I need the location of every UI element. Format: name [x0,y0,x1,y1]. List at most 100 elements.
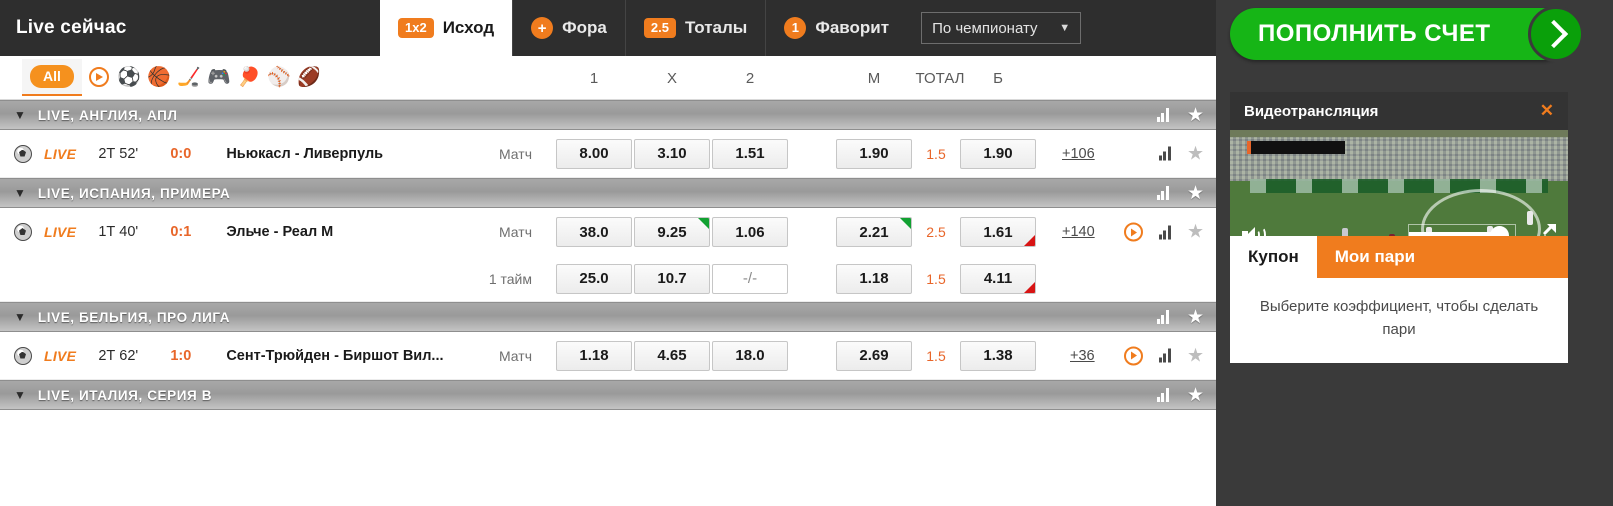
odd-cell-x[interactable]: 9.25 [634,217,710,247]
hockey-puck-icon[interactable]: 🏒 [176,64,202,90]
tab-totaly[interactable]: 2.5 Тоталы [624,0,765,56]
odds-down-indicator [1024,235,1035,246]
column-header-1: 1 [589,69,599,87]
statistics-icon[interactable] [1156,108,1169,122]
column-header-b: Б [993,69,1003,87]
row-icons: ★ [1123,346,1204,365]
tab-favorit[interactable]: 1 Фаворит [765,0,907,56]
odds-down-indicator [1024,281,1035,293]
odd-cell-total-over[interactable]: 2.69 [836,340,912,371]
live-betting-page: Live сейчас 1x2 Исход + Фора 2.5 Тоталы … [0,0,1613,506]
league-header-belgium[interactable]: ▼ LIVE, БЕЛЬГИЯ, ПРО ЛИГА ★ [0,302,1216,332]
right-sidebar: ПОПОЛНИТЬ СЧЕТ Видеотрансляция ✕ Купон М… [1216,0,1613,506]
odd-cell-total-over[interactable]: 2.21 [836,217,912,247]
more-markets-link[interactable]: +36 [1070,348,1095,364]
baseball-icon[interactable]: ⚾ [266,64,292,90]
sport-icon-list: All ⚽ 🏀 🏒 🎮 🏓 ⚾ 🏈 [0,59,322,96]
statistics-icon[interactable] [1158,348,1171,363]
market-label: 1 тайм [488,270,532,287]
total-line-value: 1.5 [926,347,946,364]
market-label: Матч [498,224,532,240]
odds-row: Матч 8.00 3.10 1.51 1.90 1.5 1.90 +106 ★ [0,130,1216,177]
tab-fora[interactable]: + Фора [512,0,625,56]
column-header-2: 2 [745,69,755,87]
tab-badge-1: 1 [784,17,807,39]
deposit-button[interactable]: ПОПОЛНИТЬ СЧЕТ [1230,8,1568,60]
more-markets-link[interactable]: +140 [1062,224,1095,240]
favorite-star-icon[interactable]: ★ [1187,386,1204,405]
column-header-total: ТОТАЛ [915,69,965,87]
video-panel-header: Видеотрансляция ✕ [1230,92,1568,130]
statistics-icon[interactable] [1156,310,1169,324]
deposit-arrow-icon[interactable] [1528,6,1584,62]
broadcast-scoreboard [1246,140,1345,155]
league-header-icons: ★ [1156,308,1204,327]
tab-kupon[interactable]: Купон [1230,236,1317,278]
basketball-icon[interactable]: 🏀 [146,64,172,90]
tab-moi-pari[interactable]: Мои пари [1317,236,1433,278]
statistics-icon[interactable] [1156,388,1169,402]
sport-filter-bar: All ⚽ 🏀 🏒 🎮 🏓 ⚾ 🏈 1 X 2 М ТОТАЛ Б [0,56,1216,100]
league-header-spain[interactable]: ▼ LIVE, ИСПАНИЯ, ПРИМЕРА ★ [0,178,1216,208]
esports-gamepad-icon[interactable]: 🎮 [206,64,232,90]
tab-label-favorit: Фаворит [815,18,890,37]
favorite-star-icon[interactable]: ★ [1187,184,1204,203]
chevron-down-icon: ▼ [14,186,26,200]
sport-filter-all[interactable]: All [22,59,82,96]
deposit-button-label: ПОПОЛНИТЬ СЧЕТ [1258,20,1491,47]
total-line-value: 2.5 [926,224,946,240]
odd-cell-2[interactable]: 18.0 [712,340,788,371]
odd-cell-x[interactable]: 10.7 [634,263,710,294]
favorite-star-icon[interactable]: ★ [1187,346,1204,365]
market-tabs: 1x2 Исход + Фора 2.5 Тоталы 1 Фаворит [380,0,907,56]
favorite-star-icon[interactable]: ★ [1187,223,1204,242]
chevron-down-icon: ▼ [14,108,26,122]
favorite-star-icon[interactable]: ★ [1187,106,1204,125]
odd-cell-total-under[interactable]: 1.38 [960,340,1036,371]
odd-cell-x[interactable]: 4.65 [634,340,710,371]
statistics-icon[interactable] [1158,146,1171,161]
tab-ishod[interactable]: 1x2 Исход [380,0,513,56]
play-circle-icon[interactable] [86,64,112,90]
video-panel-title: Видеотрансляция [1244,102,1379,120]
league-header-italy[interactable]: ▼ LIVE, ИТАЛИЯ, СЕРИЯ В ★ [0,380,1216,410]
football-icon[interactable]: 🏈 [296,64,322,90]
favorite-star-icon[interactable]: ★ [1187,308,1204,327]
table-row: 1 тайм 25.0 10.7 -/- 1.18 1.5 4.11 [0,256,1216,302]
odd-cell-total-under[interactable]: 4.11 [960,263,1036,294]
league-header-icons: ★ [1156,106,1204,125]
odd-cell-1[interactable]: 8.00 [556,138,632,169]
chevron-down-icon: ▼ [14,388,26,402]
table-tennis-icon[interactable]: 🏓 [236,64,262,90]
statistics-icon[interactable] [1158,225,1171,239]
odds-up-indicator [900,218,911,229]
column-header-x: X [666,69,677,87]
odd-cell-total-under[interactable]: 1.61 [960,217,1036,247]
favorite-star-icon[interactable]: ★ [1187,144,1204,163]
soccer-ball-icon[interactable]: ⚽ [116,64,142,90]
video-stream-icon[interactable] [1123,222,1143,242]
close-icon[interactable]: ✕ [1540,101,1554,121]
chevron-down-icon: ▼ [14,310,26,324]
odd-cell-1[interactable]: 25.0 [556,263,632,294]
odd-cell-1[interactable]: 38.0 [556,217,632,247]
total-line-value: 1.5 [926,270,946,287]
main-content: Live сейчас 1x2 Исход + Фора 2.5 Тоталы … [0,0,1216,506]
odd-cell-total-over[interactable]: 1.90 [836,138,912,169]
statistics-icon[interactable] [1156,186,1169,200]
odd-cell-1[interactable]: 1.18 [556,340,632,371]
odd-cell-x[interactable]: 3.10 [634,138,710,169]
betslip-panel: Купон Мои пари Выберите коэффициент, что… [1230,236,1568,363]
more-markets-link[interactable]: +106 [1062,146,1095,162]
odd-cell-total-over[interactable]: 1.18 [836,263,912,294]
league-header-england[interactable]: ▼ LIVE, АНГЛИЯ, АПЛ ★ [0,100,1216,130]
table-row: LIVE 2Т 52' 0:0 Ньюкасл - Ливерпуль Матч… [0,130,1216,178]
odd-cell-2[interactable]: 1.51 [712,138,788,169]
video-stream-icon[interactable] [1123,346,1143,365]
sort-select[interactable]: По чемпионату ▼ [921,12,1082,44]
odd-cell-total-under[interactable]: 1.90 [960,138,1036,169]
odd-cell-2[interactable]: 1.06 [712,217,788,247]
row-icons: ★ [1123,222,1204,242]
tab-label-ishod: Исход [442,18,495,37]
video-stream-frame[interactable] [1230,130,1568,252]
